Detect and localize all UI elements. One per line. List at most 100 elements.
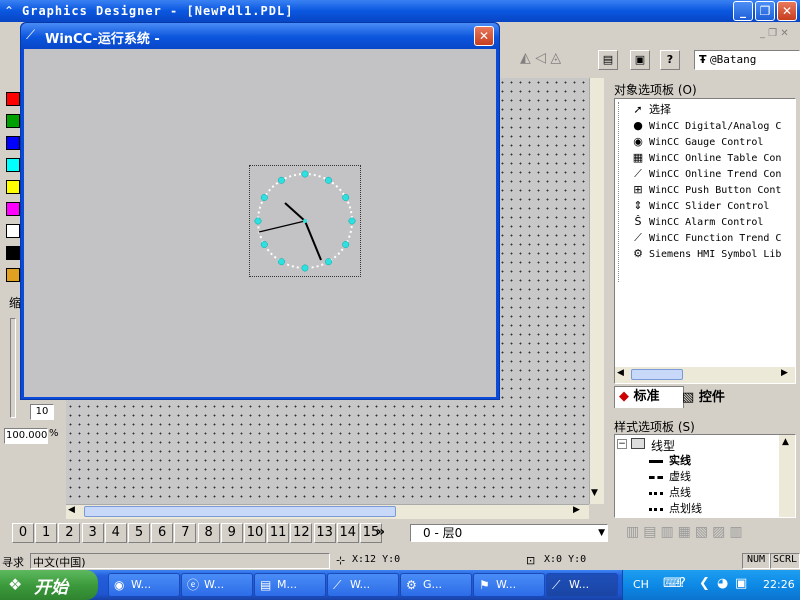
status-scrl: SCRL <box>770 553 800 569</box>
object-palette-list[interactable]: ➚ 选择 ● WinCC Digital/Analog C ◉ WinCC Gauge C… <box>614 98 796 384</box>
scroll-left-icon[interactable]: ◀ <box>617 368 624 378</box>
chevron-left-icon[interactable]: ❮ <box>699 576 710 591</box>
layer-button[interactable]: 10 <box>244 523 266 543</box>
wincc-title-bar[interactable]: ⟋ WinCC-运行系统 - ✕ <box>21 23 499 49</box>
color-swatch[interactable] <box>6 202 20 216</box>
clock-control[interactable] <box>249 165 361 277</box>
zoom-slider[interactable] <box>10 318 16 418</box>
scroll-left-icon[interactable]: ◀ <box>68 505 75 515</box>
color-swatch[interactable] <box>6 136 20 150</box>
layer-button[interactable]: 8 <box>197 523 220 543</box>
layer-button[interactable]: 11 <box>267 523 290 543</box>
tab-controls[interactable]: ▧ 控件 <box>678 388 742 408</box>
scroll-down-icon[interactable]: ▼ <box>591 488 598 498</box>
status-num: NUM <box>742 553 770 569</box>
layer-select[interactable]: 0 - 层0 ▼ <box>410 524 608 542</box>
style-item[interactable]: 点划线 <box>649 501 779 517</box>
network-icon[interactable]: ▣ <box>735 576 747 591</box>
maximize-icon[interactable]: ❐ <box>755 1 775 21</box>
doc-icon: ▤ <box>260 578 272 592</box>
layer-button[interactable]: 1 <box>35 523 58 543</box>
chevron-down-icon[interactable]: ▼ <box>598 525 605 541</box>
layer-button[interactable]: 6 <box>151 523 174 543</box>
style-item[interactable]: 虚线 <box>649 469 779 485</box>
object-palette-title: 对象选项板 (O) <box>614 83 697 97</box>
color-swatch[interactable] <box>6 246 20 260</box>
size-icon: ⊡ <box>526 554 536 567</box>
objects-icon[interactable]: ▣ <box>630 50 650 70</box>
layer-button[interactable]: 0 <box>12 523 34 543</box>
layer-button[interactable]: 4 <box>104 523 127 543</box>
zoom-value[interactable]: 100.000 <box>4 428 48 444</box>
layer-button[interactable]: 9 <box>220 523 243 543</box>
horizontal-scrollbar[interactable]: ◀ ▶ <box>66 504 589 519</box>
taskbar-button[interactable]: ◉ W... <box>108 573 180 597</box>
color-swatch[interactable] <box>6 158 20 172</box>
minimize-icon[interactable]: _ <box>733 1 753 21</box>
properties-icon[interactable]: ▤ <box>598 50 618 70</box>
mdi-controls[interactable]: _ ❐ ✕ <box>760 28 789 39</box>
wincc-close-icon[interactable]: ✕ <box>474 26 494 46</box>
close-icon[interactable]: ✕ <box>777 1 797 21</box>
layer-button[interactable]: 7 <box>174 523 197 543</box>
scroll-right-icon[interactable]: ▶ <box>781 368 788 378</box>
main-title-bar[interactable]: ⌃ Graphics Designer - [NewPdl1.PDL] _ ❐ … <box>0 0 800 22</box>
style-vscroll[interactable]: ▲ <box>779 435 795 517</box>
taskbar-button[interactable]: ▤ M... <box>254 573 326 597</box>
layer-button[interactable]: 2 <box>58 523 81 543</box>
object-palette-item[interactable]: Ŝ WinCC Alarm Control <box>631 214 797 230</box>
scroll-thumb[interactable] <box>631 369 683 380</box>
color-swatch[interactable] <box>6 224 20 238</box>
layer-button[interactable]: 3 <box>81 523 104 543</box>
object-list-hscroll[interactable]: ◀ ▶ <box>615 367 795 383</box>
object-palette-item[interactable]: ▦ WinCC Online Table Con <box>631 150 797 166</box>
layer-button[interactable]: 14 <box>336 523 359 543</box>
zoom-step[interactable]: 10 <box>30 404 54 420</box>
wincc-title: WinCC-运行系统 - <box>45 32 160 47</box>
clock-time: 22:26 <box>763 578 795 591</box>
font-select[interactable]: Ŧ @Batang <box>694 50 800 70</box>
scroll-thumb[interactable] <box>84 506 396 517</box>
object-palette-item[interactable]: ◉ WinCC Gauge Control <box>631 134 797 150</box>
vertical-scrollbar[interactable]: ▼ <box>589 78 604 504</box>
taskbar-button[interactable]: ⟋ W... <box>546 573 618 597</box>
layers-more-button[interactable]: » <box>376 524 385 540</box>
tab-standard[interactable]: ◆ 标准 <box>614 386 684 408</box>
color-swatch[interactable] <box>6 180 20 194</box>
taskbar-button[interactable]: ⟋ W... <box>327 573 399 597</box>
pointer-icon: ➚ <box>633 103 643 116</box>
alignment-toolbar[interactable]: ▥▤▥▦▧▨▥ <box>626 524 747 540</box>
style-palette-list[interactable]: − 线型 实线 虚线 点线 点划线 ▲ <box>614 434 796 518</box>
help-icon[interactable]: ? <box>679 576 686 591</box>
wincc-runtime-window[interactable]: ⟋ WinCC-运行系统 - ✕ <box>20 22 500 400</box>
align-tools[interactable]: ◭ ◁ ◬ <box>520 50 600 72</box>
object-palette-item[interactable]: ⟋ WinCC Online Trend Con <box>631 166 797 182</box>
layer-bar: 0 1 2 3 4 5 6 7 8 9 10 11 12 13 14 15 » 0 - 层0 ▼ ▥▤▥▦▧▨… <box>0 520 800 552</box>
object-label: 选择 <box>649 103 671 116</box>
collapse-icon[interactable]: − <box>617 439 627 449</box>
help-icon[interactable]: ? <box>660 50 680 70</box>
layer-button[interactable]: 13 <box>313 523 336 543</box>
style-item[interactable]: 实线 <box>649 453 779 469</box>
taskbar-button[interactable]: ⓔ W... <box>181 573 253 597</box>
start-button[interactable]: ❖ 开始 <box>0 570 98 600</box>
color-swatch[interactable] <box>6 114 20 128</box>
taskbar-button[interactable]: ⚙ G... <box>400 573 472 597</box>
object-palette-item[interactable]: ⊞ WinCC Push Button Cont <box>631 182 797 198</box>
qq-icon[interactable]: ◕ <box>717 576 728 591</box>
object-palette-item[interactable]: ⟋ WinCC Function Trend C <box>631 230 797 246</box>
object-palette-item[interactable]: ⚙ Siemens HMI Symbol Lib <box>631 246 797 262</box>
object-palette-item[interactable]: ⇕ WinCC Slider Control <box>631 198 797 214</box>
object-palette-item[interactable]: ➚ 选择 <box>631 102 797 118</box>
lang-indicator[interactable]: CH <box>633 578 649 591</box>
scroll-right-icon[interactable]: ▶ <box>573 505 580 515</box>
layer-button[interactable]: 12 <box>290 523 313 543</box>
taskbar-button[interactable]: ⚑ W... <box>473 573 545 597</box>
color-swatch[interactable] <box>6 92 20 106</box>
layer-button[interactable]: 5 <box>128 523 150 543</box>
push-button-icon: ⊞ <box>633 183 643 196</box>
object-palette-item[interactable]: ● WinCC Digital/Analog C <box>631 118 797 134</box>
scroll-up-icon[interactable]: ▲ <box>782 437 789 447</box>
palette-icon[interactable] <box>6 268 20 282</box>
style-item[interactable]: 点线 <box>649 485 779 501</box>
